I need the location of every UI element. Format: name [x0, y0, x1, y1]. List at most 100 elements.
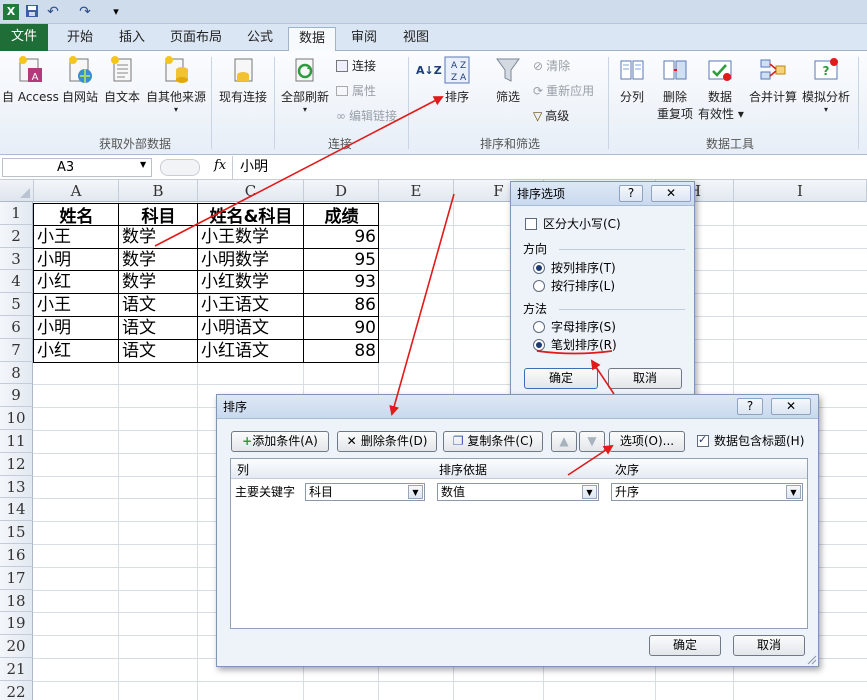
row-header-12[interactable]: 12	[0, 452, 33, 476]
case-sensitive-checkbox[interactable]	[525, 218, 537, 230]
name-cell[interactable]: 小王	[34, 294, 119, 317]
stroke-sort-radio[interactable]	[533, 339, 545, 351]
tab-view[interactable]: 视图	[394, 27, 438, 51]
save-icon[interactable]	[25, 4, 39, 20]
formula-input[interactable]: 小明	[240, 158, 268, 176]
edit-links-button[interactable]: ∞ 编辑链接	[336, 107, 397, 125]
sort-level-list[interactable]: 列 排序依据 次序 主要关键字 科目 ▼ 数值 ▼ 升序 ▼	[230, 458, 808, 629]
row-header-6[interactable]: 6	[0, 316, 33, 339]
name-subject-cell[interactable]: 小红数学	[198, 271, 304, 294]
subject-cell[interactable]: 语文	[119, 340, 198, 363]
clear-button[interactable]: ⊘ 清除	[533, 57, 570, 75]
name-subject-cell[interactable]: 小王语文	[198, 294, 304, 317]
sort-options-cancel-button[interactable]: 取消	[608, 368, 682, 389]
column-header-d[interactable]: D	[304, 180, 379, 202]
existing-connections-button[interactable]: 现有连接	[214, 55, 272, 105]
remove-duplicates-button[interactable]: 删除 重复项	[654, 55, 696, 122]
row-header-21[interactable]: 21	[0, 658, 33, 681]
from-access-button[interactable]: A 自 Access	[2, 55, 59, 105]
row-header-4[interactable]: 4	[0, 270, 33, 294]
move-down-button[interactable]: ▼	[579, 431, 605, 452]
resize-grip-icon[interactable]	[807, 655, 817, 665]
row-header-20[interactable]: 20	[0, 635, 33, 658]
has-headers-checkbox[interactable]	[697, 433, 709, 447]
order-select[interactable]: 升序 ▼	[611, 483, 803, 501]
letter-sort-radio[interactable]	[533, 321, 545, 333]
what-if-analysis-button[interactable]: ? 模拟分析 ▾	[800, 55, 852, 114]
column-header-e[interactable]: E	[379, 180, 454, 202]
tab-insert[interactable]: 插入	[110, 27, 154, 51]
name-subject-cell[interactable]: 小明语文	[198, 317, 304, 340]
sort-options-close-button[interactable]: ✕	[651, 185, 691, 202]
consolidate-button[interactable]: 合并计算	[748, 55, 798, 105]
row-header-17[interactable]: 17	[0, 566, 33, 590]
row-header-1[interactable]: 1	[0, 202, 33, 225]
data-validation-button[interactable]: 数据 有效性 ▾	[698, 55, 744, 122]
row-header-11[interactable]: 11	[0, 430, 33, 453]
text-to-columns-button[interactable]: 分列	[616, 55, 648, 105]
sort-by-column-radio[interactable]	[533, 262, 545, 274]
redo-icon[interactable]: ↷	[78, 4, 92, 20]
subject-cell[interactable]: 语文	[119, 294, 198, 317]
name-cell[interactable]: 小明	[34, 317, 119, 340]
tab-formulas[interactable]: 公式	[238, 27, 282, 51]
row-header-18[interactable]: 18	[0, 589, 33, 613]
reapply-button[interactable]: ⟳ 重新应用	[533, 82, 594, 100]
row-header-15[interactable]: 15	[0, 521, 33, 544]
score-cell[interactable]: 88	[304, 340, 379, 363]
insert-function-icon[interactable]: fx	[214, 158, 226, 173]
refresh-all-button[interactable]: 全部刷新 ▾	[278, 55, 332, 114]
options-button[interactable]: 选项(O)...	[609, 431, 685, 452]
name-box[interactable]: A3	[2, 158, 152, 177]
row-header-13[interactable]: 13	[0, 475, 33, 499]
name-subject-cell[interactable]: 小红语文	[198, 340, 304, 363]
name-cell[interactable]: 小明	[34, 249, 119, 272]
subject-cell[interactable]: 数学	[119, 226, 198, 249]
row-header-19[interactable]: 19	[0, 612, 33, 636]
from-text-button[interactable]: 自文本	[102, 55, 142, 105]
customize-icon[interactable]: ▾	[110, 4, 122, 20]
tab-data[interactable]: 数据	[288, 27, 336, 52]
row-header-8[interactable]: 8	[0, 361, 33, 385]
sort-options-ok-button[interactable]: 确定	[524, 368, 598, 389]
name-subject-cell[interactable]: 小明数学	[198, 249, 304, 272]
from-web-button[interactable]: 自网站	[60, 55, 100, 105]
add-level-button[interactable]: +添加条件(A)	[231, 431, 329, 452]
column-header-c[interactable]: C	[198, 180, 304, 202]
subject-cell[interactable]: 数学	[119, 271, 198, 294]
column-header-b[interactable]: B	[119, 180, 198, 202]
undo-icon[interactable]: ↶	[46, 4, 60, 20]
sort-dialog-close-button[interactable]: ✕	[771, 398, 811, 415]
tab-file[interactable]: 文件	[0, 24, 48, 51]
sort-cancel-button[interactable]: 取消	[733, 635, 805, 656]
score-cell[interactable]: 95	[304, 249, 379, 272]
tab-review[interactable]: 审阅	[342, 27, 386, 51]
name-subject-cell[interactable]: 小王数学	[198, 226, 304, 249]
connections-button[interactable]: 连接	[336, 57, 376, 75]
column-header-a[interactable]: A	[34, 180, 119, 202]
column-select[interactable]: 科目 ▼	[305, 483, 425, 501]
filter-button[interactable]: 筛选	[492, 55, 524, 105]
tab-page-layout[interactable]: 页面布局	[164, 27, 228, 51]
select-all-corner[interactable]	[0, 180, 34, 202]
score-cell[interactable]: 93	[304, 271, 379, 294]
row-header-16[interactable]: 16	[0, 544, 33, 567]
row-header-7[interactable]: 7	[0, 338, 33, 362]
row-header-10[interactable]: 10	[0, 407, 33, 430]
sort-ok-button[interactable]: 确定	[649, 635, 721, 656]
name-cell[interactable]: 小红	[34, 340, 119, 363]
column-header-i[interactable]: I	[734, 180, 867, 202]
row-header-2[interactable]: 2	[0, 224, 33, 248]
name-box-dropdown-icon[interactable]: ▼	[140, 160, 146, 169]
sort-button[interactable]: AZZA 排序	[442, 55, 472, 105]
copy-level-button[interactable]: ❐ 复制条件(C)	[443, 431, 543, 452]
sort-options-help-button[interactable]: ?	[619, 185, 643, 202]
delete-level-button[interactable]: ✕ 删除条件(D)	[337, 431, 437, 452]
tab-home[interactable]: 开始	[58, 27, 102, 51]
score-cell[interactable]: 90	[304, 317, 379, 340]
properties-button[interactable]: 属性	[336, 82, 376, 100]
sort-dialog-help-button[interactable]: ?	[737, 398, 763, 415]
name-cell[interactable]: 小王	[34, 226, 119, 249]
sort-on-select[interactable]: 数值 ▼	[437, 483, 599, 501]
row-header-5[interactable]: 5	[0, 293, 33, 316]
